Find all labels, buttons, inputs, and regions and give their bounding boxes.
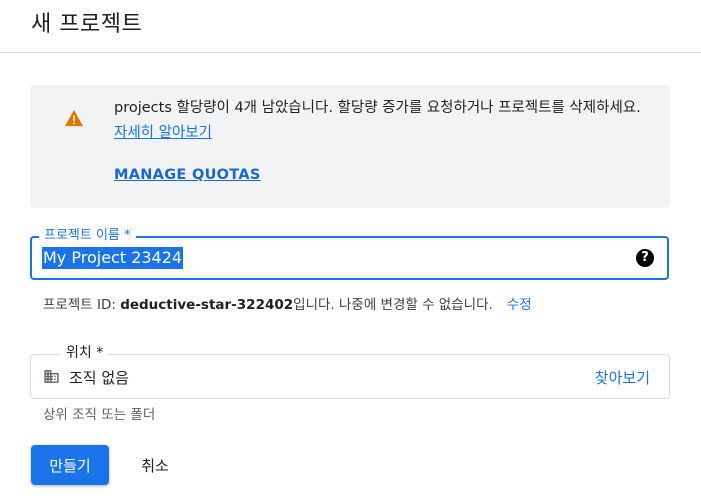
project-id-value: deductive-star-322402	[120, 297, 294, 313]
manage-quotas-link[interactable]: MANAGE QUOTAS	[114, 167, 261, 183]
browse-button[interactable]: 찾아보기	[595, 367, 650, 388]
project-name-input[interactable]: My Project 23424	[42, 247, 184, 269]
edit-project-id-link[interactable]: 수정	[507, 297, 532, 313]
cancel-button[interactable]: 취소	[124, 445, 186, 485]
warning-icon	[65, 109, 83, 127]
quota-notice: projects 할당량이 4개 남았습니다. 할당량 증가를 요청하거나 프로…	[30, 85, 670, 208]
learn-more-link[interactable]: 자세히 알아보기	[114, 125, 212, 141]
location-value: 조직 없음	[69, 369, 129, 387]
quota-message-text: projects 할당량이 4개 남았습니다. 할당량 증가를 요청하거나 프로…	[114, 100, 641, 116]
location-helper-text: 상위 조직 또는 폴더	[43, 407, 156, 423]
project-id-suffix: 입니다. 나중에 변경할 수 없습니다.	[293, 297, 493, 313]
location-field[interactable]: 위치 * 조직 없음 찾아보기	[30, 346, 670, 399]
project-id-info: 프로젝트 ID: deductive-star-322402입니다. 나중에 변…	[43, 293, 532, 313]
page-title: 새 프로젝트	[31, 12, 143, 37]
organization-icon	[44, 370, 59, 383]
create-button[interactable]: 만들기	[31, 445, 109, 485]
quota-message: projects 할당량이 4개 남았습니다. 할당량 증가를 요청하거나 프로…	[114, 96, 654, 146]
location-label: 위치 *	[61, 346, 109, 360]
project-name-field[interactable]: 프로젝트 이름 * My Project 23424 ?	[30, 229, 669, 280]
project-name-label: 프로젝트 이름 *	[39, 229, 136, 243]
help-icon[interactable]: ?	[636, 249, 654, 267]
page-header: 새 프로젝트	[0, 0, 701, 53]
project-id-prefix: 프로젝트 ID:	[43, 297, 121, 313]
